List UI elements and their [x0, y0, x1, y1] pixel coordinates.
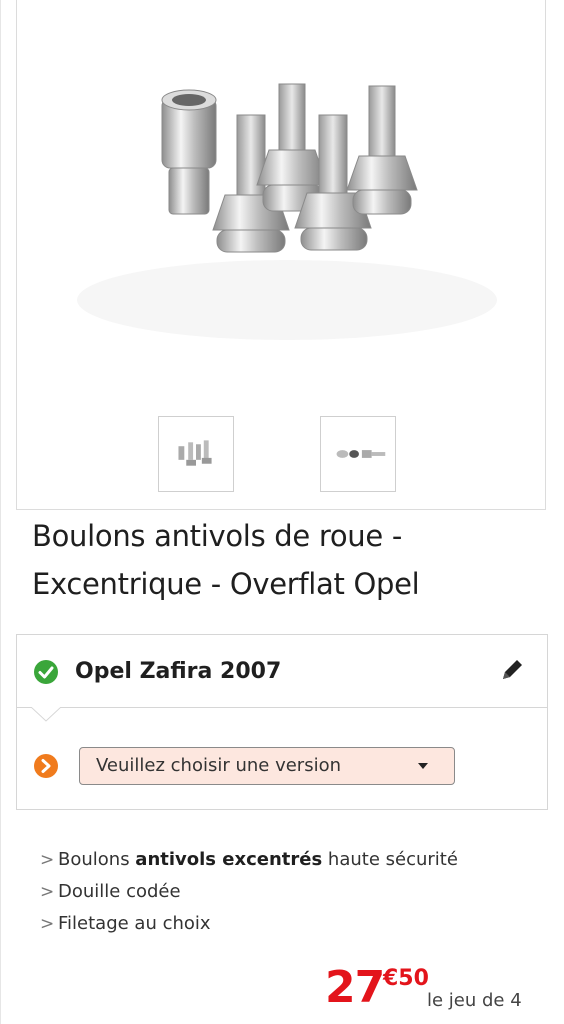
feature-item: > Boulons antivols excentrés haute sécuri…: [40, 844, 540, 876]
main-product-image[interactable]: [17, 0, 547, 400]
version-select[interactable]: Veuillez choisir une version: [79, 747, 455, 785]
price-integer: 27: [325, 962, 385, 1013]
thumbnail-1[interactable]: [158, 416, 234, 492]
bolt-and-key-thumbnail: [336, 450, 386, 458]
page-border: [0, 0, 1, 1024]
caret-down-icon: [418, 763, 428, 769]
feature-list: > Boulons antivols excentrés haute sécuri…: [40, 844, 540, 940]
wheel-lock-bolts-image: [77, 83, 497, 340]
arrow-right-circle-icon: [34, 754, 58, 778]
price: 27 €50 le jeu de 4: [325, 958, 555, 1018]
divider: [17, 707, 547, 708]
vehicle-selector: Opel Zafira 2007 Veuillez choisir une ve…: [16, 634, 548, 810]
price-decimal: €50: [383, 966, 429, 991]
check-icon: [34, 660, 58, 684]
thumbnail-2[interactable]: [320, 416, 396, 492]
version-select-label: Veuillez choisir une version: [96, 755, 342, 776]
chevron-right-icon: >: [40, 882, 55, 902]
chevron-right-icon: >: [40, 914, 55, 934]
price-unit: le jeu de 4: [427, 990, 522, 1011]
product-title: Boulons antivols de roue - Excentrique -…: [32, 512, 532, 608]
dropdown-notch: [31, 707, 61, 722]
product-title-line-1: Boulons antivols de roue -: [32, 519, 402, 553]
chevron-right-icon: >: [40, 850, 55, 870]
bolts-set-thumbnail: [178, 440, 212, 466]
version-row: Veuillez choisir une version: [17, 735, 547, 795]
product-title-line-2: Excentrique - Overflat Opel: [32, 567, 420, 601]
selected-vehicle-row: Opel Zafira 2007: [17, 635, 547, 707]
vehicle-name: Opel Zafira 2007: [75, 659, 282, 684]
pencil-icon[interactable]: [497, 655, 527, 685]
feature-item: > Douille codée: [40, 876, 540, 908]
product-gallery: [16, 0, 546, 510]
feature-item: > Filetage au choix: [40, 908, 540, 940]
